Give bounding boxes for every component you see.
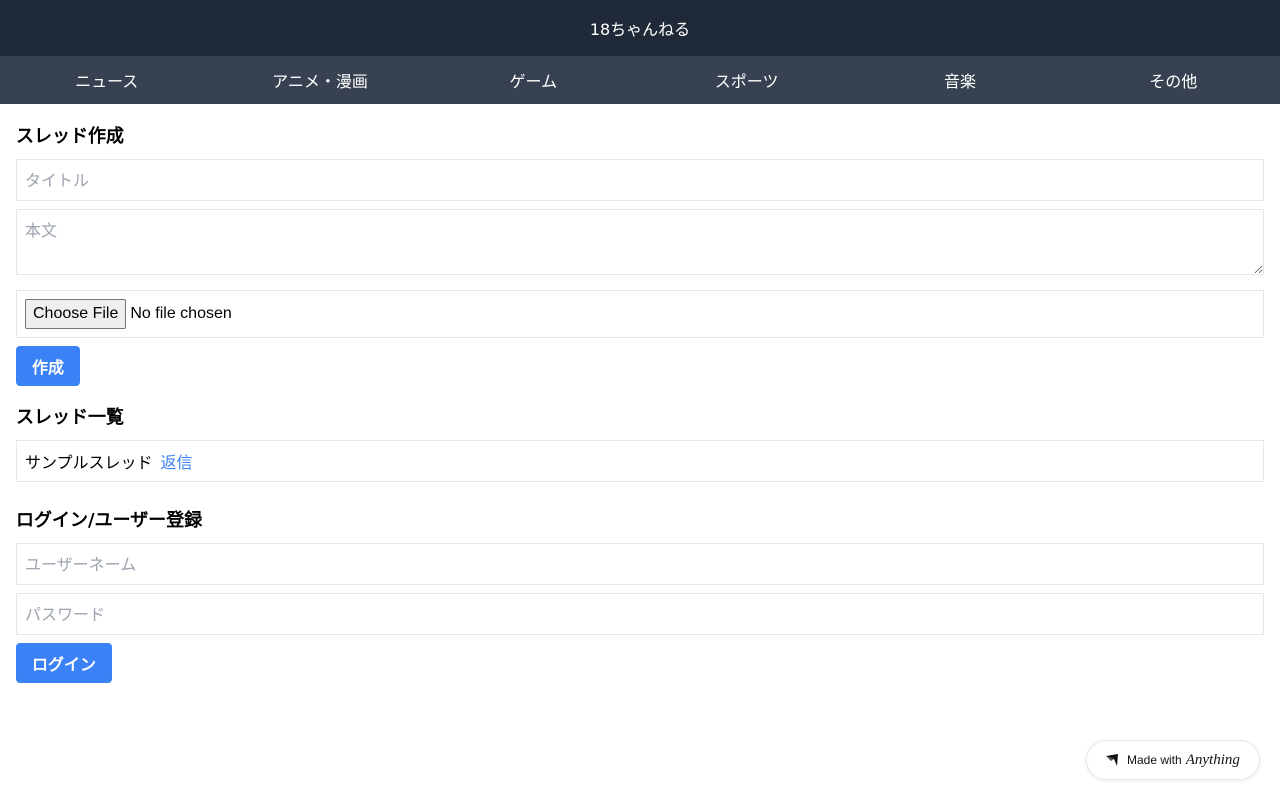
reply-link[interactable]: 返信 <box>161 449 193 473</box>
file-input: Choose File No file chosen <box>16 290 1264 338</box>
nav-item-game[interactable]: ゲーム <box>427 68 640 92</box>
badge-prefix: Made with <box>1127 753 1182 767</box>
choose-file-button[interactable]: Choose File <box>25 299 127 329</box>
create-thread-section: スレッド作成 Choose File No file chosen 作成 <box>16 123 1264 386</box>
nav-item-sports[interactable]: スポーツ <box>640 68 853 92</box>
main-content: スレッド作成 Choose File No file chosen 作成 スレッ… <box>0 104 1280 683</box>
thread-list-heading: スレッド一覧 <box>16 407 124 428</box>
badge-brand: Anything <box>1185 751 1240 768</box>
login-button[interactable]: ログイン <box>16 643 113 683</box>
password-input[interactable] <box>16 593 1264 635</box>
nav-item-news[interactable]: ニュース <box>0 68 213 92</box>
made-with-anything-badge[interactable]: Made with Anything <box>1086 740 1260 780</box>
create-thread-button[interactable]: 作成 <box>16 346 81 386</box>
thread-list-section: スレッド一覧 サンプルスレッド 返信 <box>16 404 1264 482</box>
category-nav: ニュース アニメ・漫画 ゲーム スポーツ 音楽 その他 <box>0 56 1280 104</box>
nav-item-music[interactable]: 音楽 <box>853 68 1066 92</box>
username-input[interactable] <box>16 543 1264 585</box>
login-heading: ログイン/ユーザー登録 <box>16 510 203 531</box>
file-status: No file chosen <box>130 305 232 322</box>
nav-item-anime-manga[interactable]: アニメ・漫画 <box>213 68 426 92</box>
login-section: ログイン/ユーザー登録 ログイン <box>16 507 1264 683</box>
nav-item-other[interactable]: その他 <box>1067 68 1280 92</box>
create-thread-heading: スレッド作成 <box>16 126 124 147</box>
thread-body-textarea[interactable] <box>16 209 1264 275</box>
thread-list-item: サンプルスレッド 返信 <box>16 440 1264 482</box>
site-title: 18ちゃんねる <box>589 20 691 39</box>
thread-title-input[interactable] <box>16 159 1264 201</box>
thread-title: サンプルスレッド <box>25 453 153 472</box>
anything-logo-icon <box>1105 753 1119 767</box>
site-header: 18ちゃんねる <box>0 0 1280 56</box>
